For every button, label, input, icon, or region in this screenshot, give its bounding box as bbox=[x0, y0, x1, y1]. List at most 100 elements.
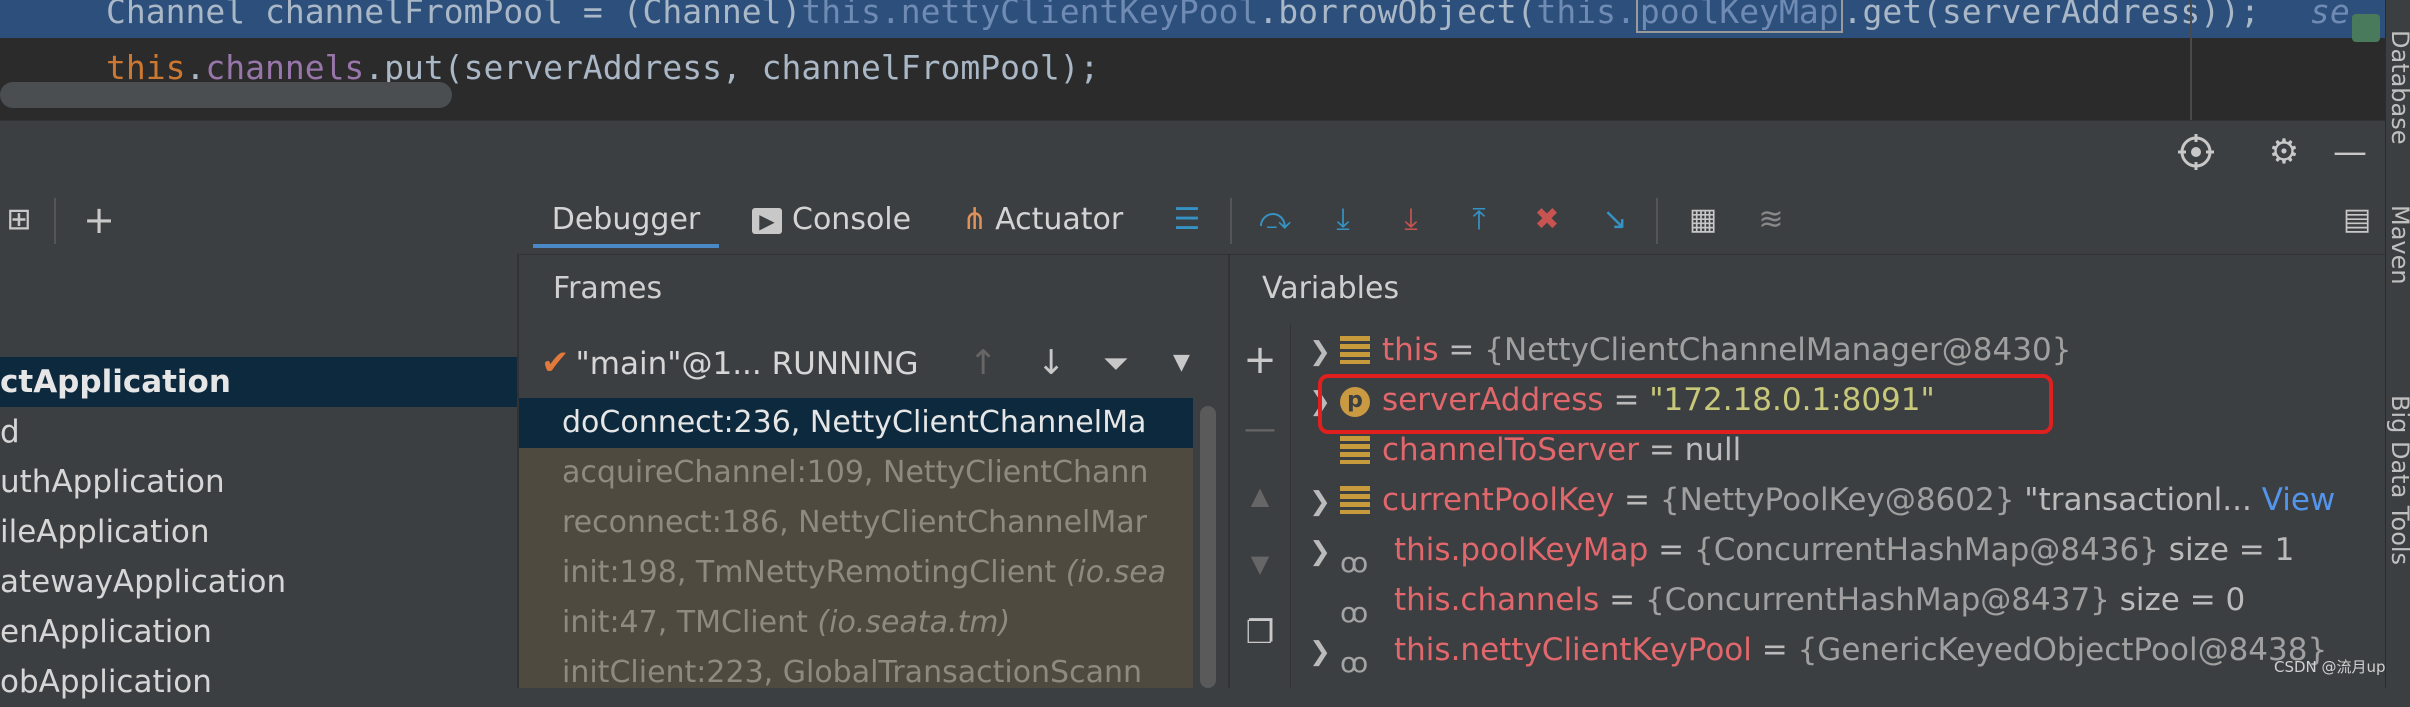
variable-value: {NettyPoolKey@8602} bbox=[1659, 482, 2015, 518]
view-link[interactable]: View bbox=[2252, 482, 2336, 518]
list-item[interactable]: ctApplication bbox=[0, 357, 517, 407]
move-up-icon[interactable]: ▲ bbox=[1240, 476, 1280, 516]
variable-row[interactable]: ❯ currentPoolKey = {NettyPoolKey@8602} "t… bbox=[1300, 475, 2385, 525]
thread-selector[interactable]: ✔ "main"@1... RUNNING ↑ ↓ ⏷ ▼ bbox=[519, 334, 1199, 392]
add-watch-icon[interactable]: + bbox=[1240, 340, 1280, 380]
arrow-up-icon[interactable]: ↑ bbox=[969, 334, 998, 392]
variable-name: this.channels bbox=[1394, 582, 1600, 618]
toolbar-divider bbox=[1230, 198, 1232, 244]
database-tool-label[interactable]: Database bbox=[2386, 30, 2410, 145]
actuator-icon: ⋔ bbox=[962, 202, 988, 237]
step-into-icon[interactable]: ⤓ bbox=[1324, 200, 1362, 240]
frame-item[interactable]: init:198, TmNettyRemotingClient (io.sea bbox=[519, 548, 1193, 598]
list-item[interactable]: d bbox=[0, 407, 517, 457]
watch-icon: oo bbox=[1340, 545, 1368, 576]
list-item[interactable]: obApplication bbox=[0, 657, 517, 707]
expand-arrow-icon[interactable]: ❯ bbox=[1300, 327, 1340, 375]
variable-value: {ConcurrentHashMap@8436} bbox=[1693, 532, 2159, 568]
frame-label: init:198, TmNettyRemotingClient bbox=[562, 555, 1066, 590]
code-token: .get(serverAddress)); bbox=[1842, 0, 2260, 31]
list-item[interactable]: ileApplication bbox=[0, 507, 517, 557]
frame-item[interactable]: doConnect:236, NettyClientChannelMa bbox=[519, 398, 1193, 448]
evaluate-expression-icon[interactable]: ▦ bbox=[1684, 200, 1722, 240]
big-data-tools-label[interactable]: Big Data Tools bbox=[2386, 395, 2410, 565]
right-tool-strip: Database Maven Big Data Tools bbox=[2385, 0, 2410, 688]
frame-item[interactable]: initClient:223, GlobalTransactionScann bbox=[519, 648, 1193, 688]
frame-item[interactable]: reconnect:186, NettyClientChannelMar bbox=[519, 498, 1193, 548]
variables-panel-header: Variables bbox=[1262, 254, 1399, 324]
variable-row[interactable]: ❯ oo this.nettyClientKeyPool = {GenericKey… bbox=[1300, 625, 2385, 675]
minimize-icon[interactable]: — bbox=[2330, 132, 2370, 172]
frame-item[interactable]: acquireChannel:109, NettyClientChann bbox=[519, 448, 1193, 498]
frames-title: Frames bbox=[553, 271, 663, 306]
code-token-highlighted: poolKeyMap bbox=[1635, 0, 1843, 33]
variables-title: Variables bbox=[1262, 271, 1400, 306]
list-item-label: ileApplication bbox=[0, 514, 210, 550]
code-token: channelFromPool bbox=[264, 0, 563, 31]
code-line-current[interactable]: Channel channelFromPool = (Channel)this.… bbox=[0, 0, 2385, 38]
code-comment: se bbox=[2310, 0, 2350, 31]
frame-label: initClient:223, GlobalTransactionScann bbox=[562, 655, 1143, 688]
step-over-icon[interactable]: ⤼ bbox=[1256, 200, 1294, 240]
code-token: .put(serverAddress, channelFromPool); bbox=[364, 48, 1100, 87]
gear-icon[interactable]: ⚙ bbox=[2264, 132, 2304, 172]
list-item-label: ctApplication bbox=[0, 364, 231, 400]
maven-tool-label[interactable]: Maven bbox=[2386, 205, 2410, 285]
code-token: Channel bbox=[642, 0, 782, 31]
layout-icon[interactable]: ▤ bbox=[2338, 200, 2376, 240]
force-step-into-icon[interactable]: ⤓ bbox=[1392, 200, 1430, 240]
toolbar-divider bbox=[54, 198, 56, 244]
variable-value: null bbox=[1684, 432, 1742, 468]
menu-icon[interactable]: ☰ bbox=[1168, 200, 1206, 240]
add-icon[interactable]: + bbox=[80, 200, 118, 240]
equals-sign: = bbox=[1648, 532, 1694, 568]
frame-label: acquireChannel:109, NettyClientChann bbox=[562, 455, 1149, 490]
tab-actuator[interactable]: ⋔ Actuator bbox=[962, 196, 1123, 244]
annotation-highlight-box bbox=[1318, 374, 2053, 434]
variable-extra: size = 1 bbox=[2158, 532, 2295, 568]
move-down-icon[interactable]: ▼ bbox=[1240, 544, 1280, 584]
frame-item[interactable]: init:47, TMClient (io.seata.tm) bbox=[519, 598, 1193, 648]
run-to-cursor-icon[interactable]: ↘ bbox=[1596, 200, 1634, 240]
crosshair-icon[interactable] bbox=[2176, 132, 2216, 172]
thread-label: "main"@1... RUNNING bbox=[575, 346, 919, 382]
variable-row[interactable]: ❯ this = {NettyClientChannelManager@8430} bbox=[1300, 325, 2385, 375]
restore-layout-icon[interactable]: ⊞ bbox=[0, 200, 38, 240]
list-item-label: uthApplication bbox=[0, 464, 225, 500]
frames-panel-header: Frames bbox=[519, 254, 1227, 324]
database-icon[interactable] bbox=[2352, 14, 2380, 42]
variable-name: currentPoolKey bbox=[1382, 482, 1615, 518]
tab-debugger[interactable]: Debugger bbox=[533, 196, 719, 248]
expand-arrow-icon[interactable]: ❯ bbox=[1300, 627, 1340, 675]
tab-console[interactable]: ▶ Console bbox=[752, 196, 911, 244]
remove-watch-icon[interactable]: — bbox=[1240, 408, 1280, 448]
code-token: = ( bbox=[562, 0, 643, 31]
list-item[interactable]: enApplication bbox=[0, 607, 517, 657]
trace-current-stream-icon[interactable]: ≋ bbox=[1752, 200, 1790, 240]
arrow-down-icon[interactable]: ↓ bbox=[1037, 334, 1066, 392]
editor-horizontal-scrollbar[interactable] bbox=[0, 82, 452, 108]
filter-icon[interactable]: ⏷ bbox=[1103, 334, 1129, 392]
variable-row[interactable]: oo this.channels = {ConcurrentHashMap@843… bbox=[1300, 575, 2385, 625]
variable-name: this.poolKeyMap bbox=[1394, 532, 1649, 568]
list-item[interactable]: atewayApplication bbox=[0, 557, 517, 607]
field-icon bbox=[1340, 335, 1370, 364]
frames-scrollbar-thumb[interactable] bbox=[1200, 406, 1216, 688]
frames-list[interactable]: doConnect:236, NettyClientChannelMa acqu… bbox=[519, 398, 1193, 688]
expand-arrow-icon[interactable]: ❯ bbox=[1300, 527, 1340, 575]
code-token: Channel bbox=[106, 0, 246, 31]
list-item[interactable]: uthApplication bbox=[0, 457, 517, 507]
expand-arrow-icon[interactable]: ❯ bbox=[1300, 477, 1340, 525]
toolbar-divider bbox=[1656, 198, 1658, 244]
variable-row[interactable]: ❯ oo this.poolKeyMap = {ConcurrentHashMap@… bbox=[1300, 525, 2385, 575]
field-icon bbox=[1340, 485, 1370, 514]
copy-icon[interactable]: ❐ bbox=[1240, 612, 1280, 652]
chevron-down-icon[interactable]: ▼ bbox=[1173, 334, 1190, 392]
tab-console-label: Console bbox=[792, 202, 912, 237]
drop-frame-icon[interactable]: ✖ bbox=[1528, 200, 1566, 240]
variable-extra: size = 0 bbox=[2109, 582, 2246, 618]
code-token: this bbox=[1536, 0, 1617, 31]
equals-sign: = bbox=[1638, 432, 1685, 468]
variable-value: {NettyClientChannelManager@8430} bbox=[1484, 332, 2072, 368]
step-out-icon[interactable]: ⤒ bbox=[1460, 200, 1498, 240]
